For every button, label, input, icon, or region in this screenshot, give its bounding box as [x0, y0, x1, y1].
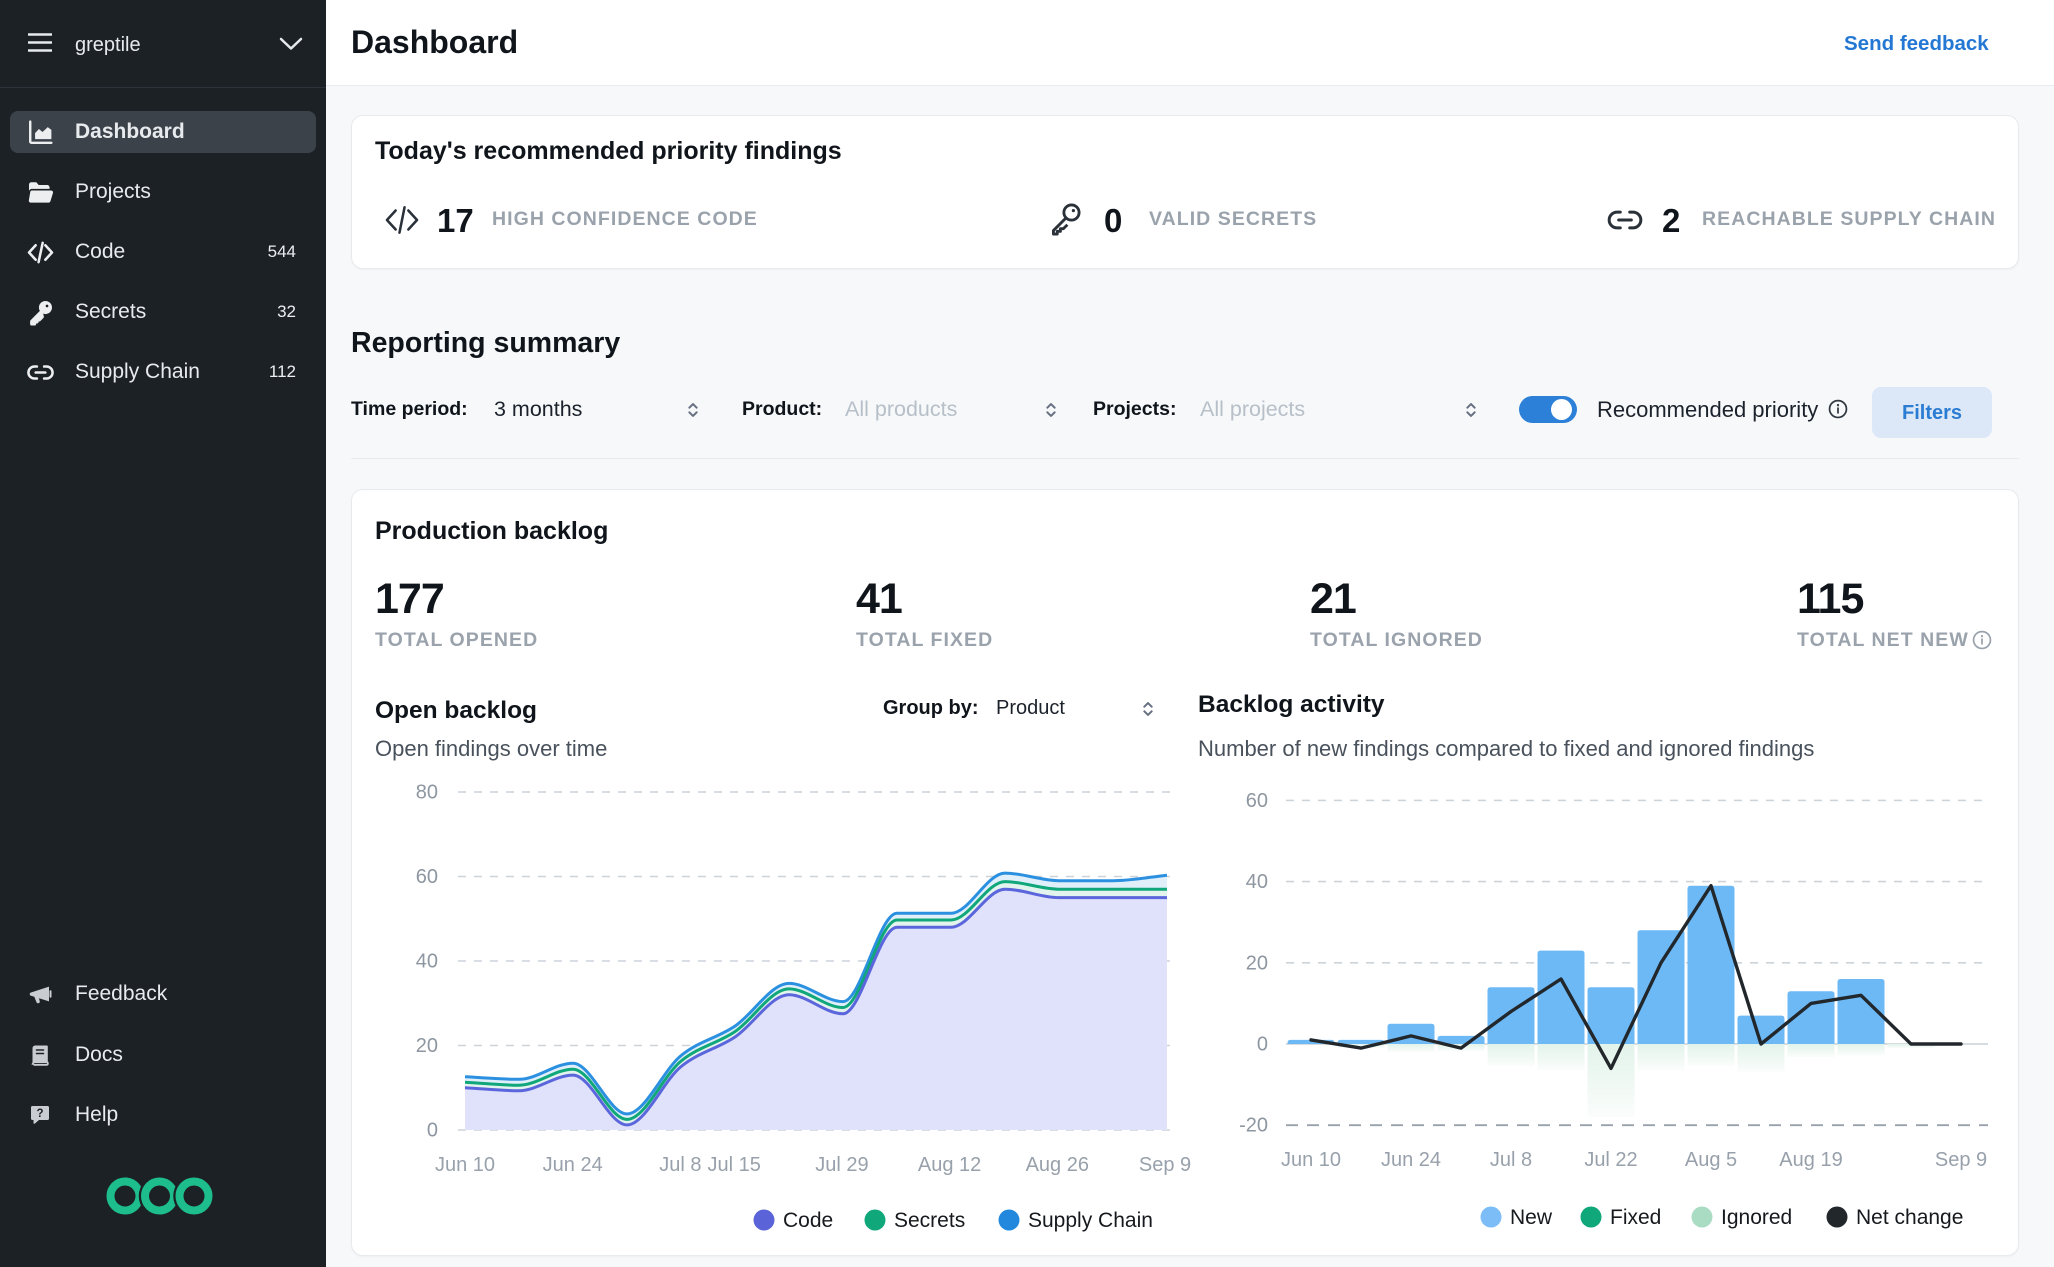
svg-text:?: ?: [36, 1108, 43, 1120]
